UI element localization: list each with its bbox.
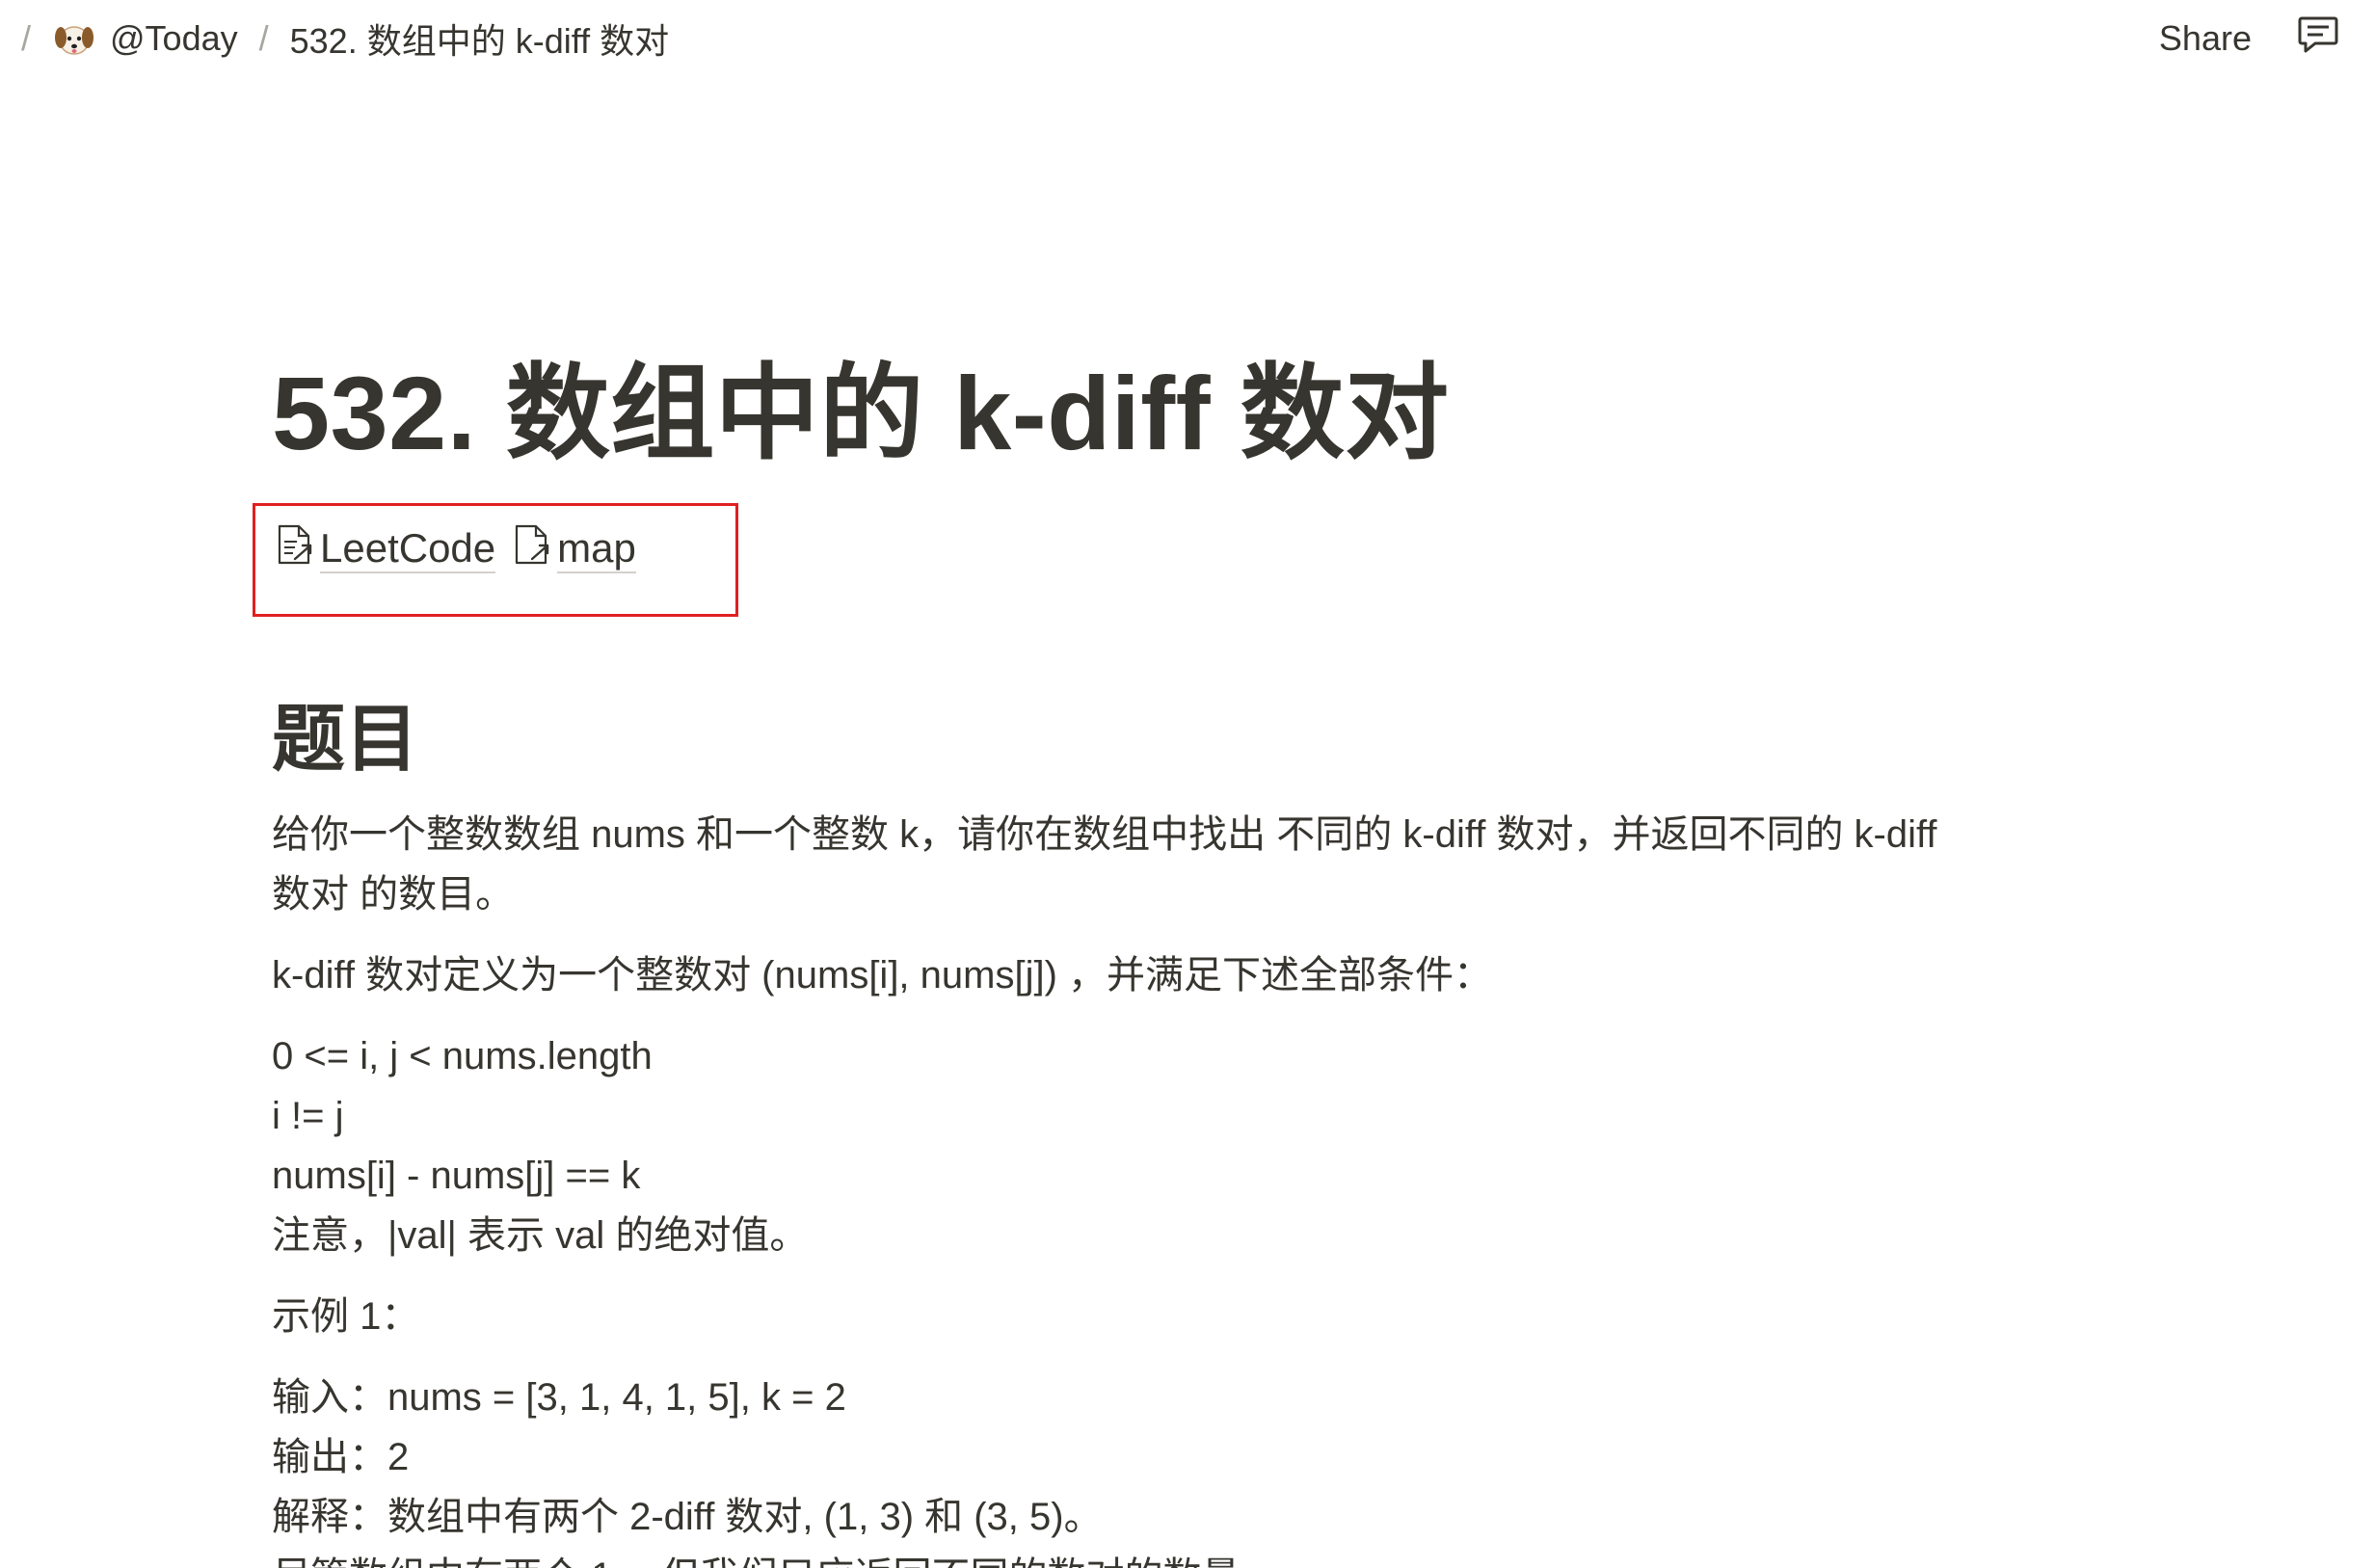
share-button[interactable]: Share <box>2159 18 2252 59</box>
note-line: 注意，|val| 表示 val 的绝对值。 <box>272 1214 809 1257</box>
breadcrumb-current[interactable]: 532. 数组中的 k-diff 数对 <box>290 13 669 64</box>
example-line: 解释：数组中有两个 2-diff 数对, (1, 3) 和 (3, 5)。 <box>272 1496 1103 1538</box>
condition-line: i != j <box>272 1095 344 1137</box>
page-tags: LeetCode map <box>272 522 636 576</box>
top-bar: : / @Today / 532. 数组中的 k-diff 数对 Share <box>0 0 2375 77</box>
section-heading[interactable]: 题目 <box>272 679 418 785</box>
description-line: 给你一个整数数组 nums 和一个整数 k，请你在数组中找出 不同的 k-dif… <box>272 813 1937 856</box>
condition-line: 0 <= i, j < nums.length <box>272 1035 653 1077</box>
definition-text: k-diff 数对定义为一个整数对 (nums[i], nums[j]) ，并满… <box>272 954 1493 997</box>
problem-description: 给你一个整数数组 nums 和一个整数 k，请你在数组中找出 不同的 k-dif… <box>272 805 2026 924</box>
example-title: 示例 1： <box>272 1295 420 1338</box>
conditions-list: 0 <= i, j < nums.length i != j nums[i] -… <box>272 1026 2026 1265</box>
tag-label: LeetCode <box>320 525 496 574</box>
tag-leetcode[interactable]: LeetCode <box>272 522 496 576</box>
breadcrumb-separator: / <box>21 18 32 58</box>
page-content: 532. 数组中的 k-diff 数对 LeetCode map 题目 给你一个… <box>253 356 2026 1568</box>
page-title[interactable]: 532. 数组中的 k-diff 数对 <box>272 356 2026 471</box>
breadcrumb-separator: / <box>258 18 269 58</box>
tag-map[interactable]: map <box>509 522 636 576</box>
example-line: 尽管数组中有两个 1 ，但我们只应返回不同的数对的数量。 <box>272 1547 2026 1568</box>
page-link-icon <box>272 522 316 576</box>
example-block: 输入：nums = [3, 1, 4, 1, 5], k = 2 输出：2 解释… <box>272 1368 2026 1568</box>
description-line: 数对 的数目。 <box>272 873 515 916</box>
comment-icon[interactable] <box>2294 11 2342 67</box>
top-actions: Share <box>2159 11 2342 67</box>
breadcrumb-parent[interactable]: @Today <box>110 18 238 59</box>
dog-icon <box>52 16 96 61</box>
example-line: 输出：2 <box>272 1436 410 1478</box>
breadcrumb: : / @Today / 532. 数组中的 k-diff 数对 <box>0 13 669 64</box>
problem-body[interactable]: 给你一个整数数组 nums 和一个整数 k，请你在数组中找出 不同的 k-dif… <box>272 805 2026 1568</box>
condition-line: nums[i] - nums[j] == k <box>272 1155 641 1197</box>
page-link-icon <box>509 522 553 576</box>
tag-label: map <box>557 525 636 574</box>
example-line: 输入：nums = [3, 1, 4, 1, 5], k = 2 <box>272 1376 846 1419</box>
